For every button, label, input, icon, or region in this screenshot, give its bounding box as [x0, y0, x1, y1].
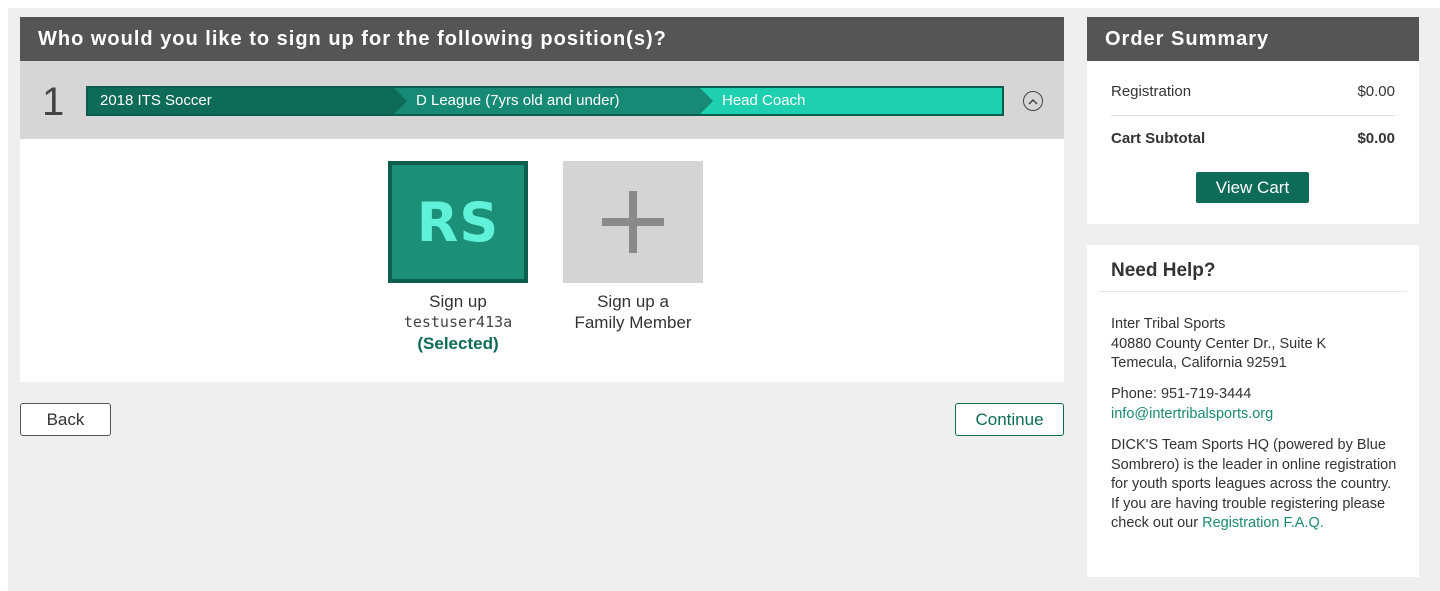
person-label: Sign up testuser413a (Selected) [388, 291, 528, 354]
person-label: Sign up a Family Member [563, 291, 703, 333]
order-summary-title: Order Summary [1087, 17, 1419, 61]
address-line1: 40880 County Center Dr., Suite K [1111, 335, 1327, 352]
position-number: 1 [42, 80, 65, 124]
person-label-line1: Sign up a [597, 292, 669, 311]
subtotal-label: Cart Subtotal [1111, 130, 1206, 147]
signup-header: Who would you like to sign up for the fo… [20, 17, 1064, 61]
signup-panel: Who would you like to sign up for the fo… [20, 17, 1064, 382]
help-title: Need Help? [1111, 260, 1216, 281]
position-breadcrumb: 2018 ITS Soccer D League (7yrs old and u… [86, 86, 1004, 116]
divider [1111, 115, 1395, 116]
registration-row: Registration $0.00 [1111, 83, 1395, 100]
registration-label: Registration [1111, 83, 1192, 100]
breadcrumb-role: Head Coach [700, 88, 1002, 114]
help-about: DICK'S Team Sports HQ (powered by Blue S… [1111, 436, 1401, 534]
person-label-line1: Sign up [429, 292, 487, 311]
person-label-line2: Family Member [574, 313, 692, 332]
back-button[interactable]: Back [20, 403, 111, 436]
plus-icon[interactable] [563, 161, 703, 283]
avatar[interactable]: RS [388, 161, 528, 283]
order-summary: Order Summary Registration $0.00 Cart Su… [1087, 17, 1419, 224]
selected-status: (Selected) [417, 334, 499, 353]
people-selection: RS Sign up testuser413a (Selected) Sign … [20, 139, 1064, 382]
address-line2: Temecula, California 92591 [1111, 355, 1287, 371]
page-background: Who would you like to sign up for the fo… [8, 8, 1440, 591]
help-panel: Need Help? Inter Tribal Sports 40880 Cou… [1087, 245, 1419, 577]
person-username: testuser413a [403, 313, 513, 331]
person-card-self[interactable]: RS Sign up testuser413a (Selected) [388, 161, 528, 354]
chevron-up-circle-icon[interactable] [1023, 91, 1043, 111]
view-cart-button[interactable]: View Cart [1196, 172, 1309, 203]
help-address: Inter Tribal Sports 40880 County Center … [1111, 315, 1401, 374]
help-email-link[interactable]: info@intertribalsports.org [1111, 405, 1401, 425]
subtotal-value: $0.00 [1357, 130, 1395, 147]
faq-link[interactable]: Registration F.A.Q. [1202, 515, 1324, 531]
continue-button[interactable]: Continue [955, 403, 1064, 436]
breadcrumb-program: 2018 ITS Soccer [88, 88, 407, 114]
org-name: Inter Tribal Sports [1111, 316, 1226, 332]
registration-value: $0.00 [1357, 83, 1395, 100]
breadcrumb-division: D League (7yrs old and under) [394, 88, 713, 114]
position-row: 1 2018 ITS Soccer D League (7yrs old and… [20, 61, 1064, 139]
help-phone: Phone: 951-719-3444 [1111, 386, 1252, 402]
subtotal-row: Cart Subtotal $0.00 [1111, 130, 1395, 147]
person-card-family[interactable]: Sign up a Family Member [563, 161, 703, 333]
divider [1099, 291, 1407, 292]
